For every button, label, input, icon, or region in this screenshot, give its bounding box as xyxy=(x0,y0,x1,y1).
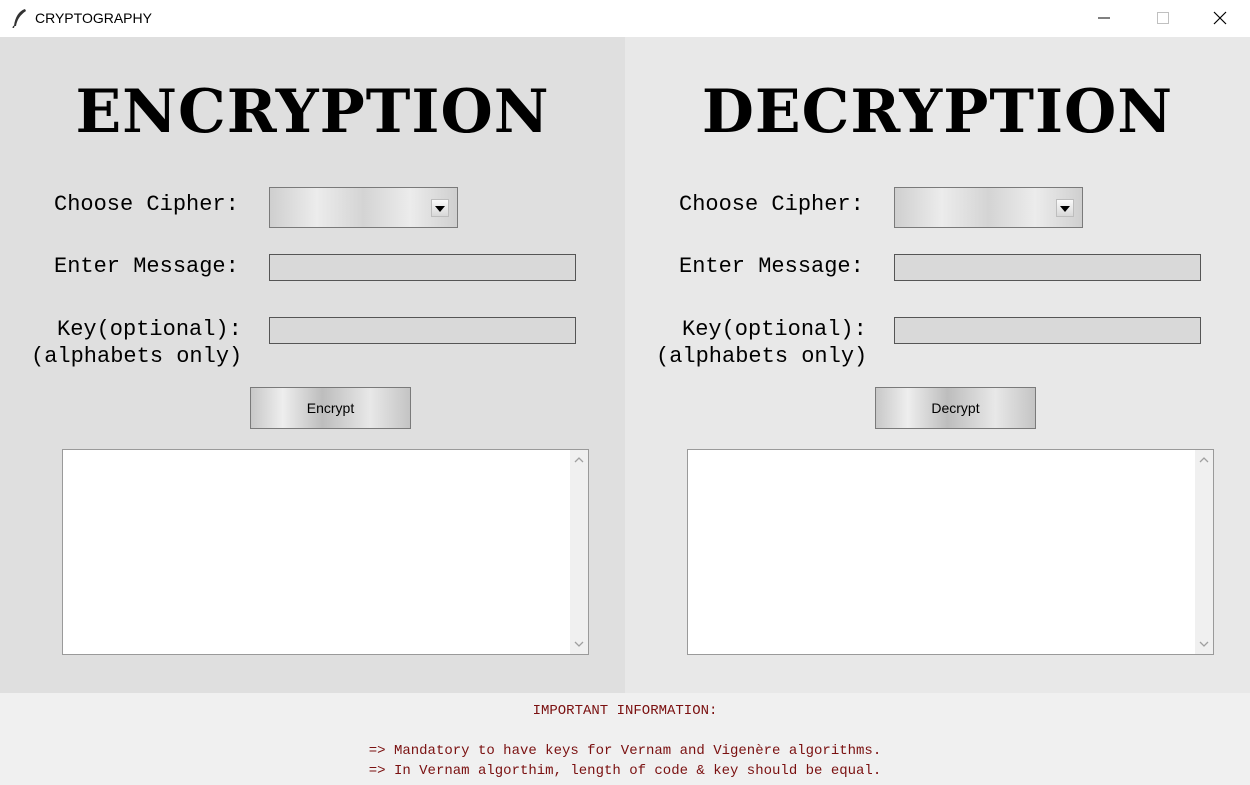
maximize-button[interactable] xyxy=(1133,0,1191,37)
chevron-down-icon[interactable] xyxy=(1198,638,1210,650)
info-title: IMPORTANT INFORMATION: xyxy=(532,703,718,719)
encrypt-cipher-select[interactable] xyxy=(269,187,458,228)
chevron-down-icon[interactable] xyxy=(573,638,585,650)
minimize-button[interactable] xyxy=(1075,0,1133,37)
info-line: => In Vernam algorthim, length of code &… xyxy=(368,763,882,779)
decrypt-output-scrollbar[interactable] xyxy=(1195,450,1213,654)
decrypt-key-hint: (alphabets only) xyxy=(656,344,868,369)
encrypt-output-scrollbar[interactable] xyxy=(570,450,588,654)
decrypt-key-label: Key(optional): xyxy=(682,317,867,342)
decrypt-message-input[interactable] xyxy=(894,254,1201,281)
encrypt-output-textarea[interactable] xyxy=(62,449,589,655)
important-information: IMPORTANT INFORMATION: => Mandatory to h… xyxy=(0,693,1250,785)
encryption-heading: ENCRYPTION xyxy=(75,77,550,147)
decrypt-cipher-select[interactable] xyxy=(894,187,1083,228)
encryption-panel: ENCRYPTION Choose Cipher: Enter Message:… xyxy=(0,37,625,693)
encrypt-key-input[interactable] xyxy=(269,317,576,344)
window-title: CRYPTOGRAPHY xyxy=(35,10,152,26)
info-line: => Mandatory to have keys for Vernam and… xyxy=(368,743,882,759)
decrypt-output-textarea[interactable] xyxy=(687,449,1214,655)
close-icon xyxy=(1213,11,1227,25)
decrypt-message-label: Enter Message: xyxy=(679,254,864,279)
encrypt-key-hint: (alphabets only) xyxy=(31,344,243,369)
title-bar: CRYPTOGRAPHY xyxy=(0,0,1250,37)
encrypt-message-label: Enter Message: xyxy=(54,254,239,279)
decrypt-button[interactable]: Decrypt xyxy=(875,387,1036,429)
decrypt-cipher-label: Choose Cipher: xyxy=(679,192,864,217)
maximize-icon xyxy=(1157,12,1169,24)
decryption-heading: DECRYPTION xyxy=(701,77,1174,147)
chevron-up-icon[interactable] xyxy=(1198,454,1210,466)
minimize-icon xyxy=(1098,17,1110,19)
encrypt-message-input[interactable] xyxy=(269,254,576,281)
decrypt-key-input[interactable] xyxy=(894,317,1201,344)
decryption-panel: DECRYPTION Choose Cipher: Enter Message:… xyxy=(625,37,1250,693)
encrypt-cipher-label: Choose Cipher: xyxy=(54,192,239,217)
feather-icon xyxy=(12,8,28,29)
close-button[interactable] xyxy=(1191,0,1249,37)
chevron-up-icon[interactable] xyxy=(573,454,585,466)
chevron-down-icon[interactable] xyxy=(1056,199,1074,217)
encrypt-button[interactable]: Encrypt xyxy=(250,387,411,429)
chevron-down-icon[interactable] xyxy=(431,199,449,217)
encrypt-key-label: Key(optional): xyxy=(57,317,242,342)
